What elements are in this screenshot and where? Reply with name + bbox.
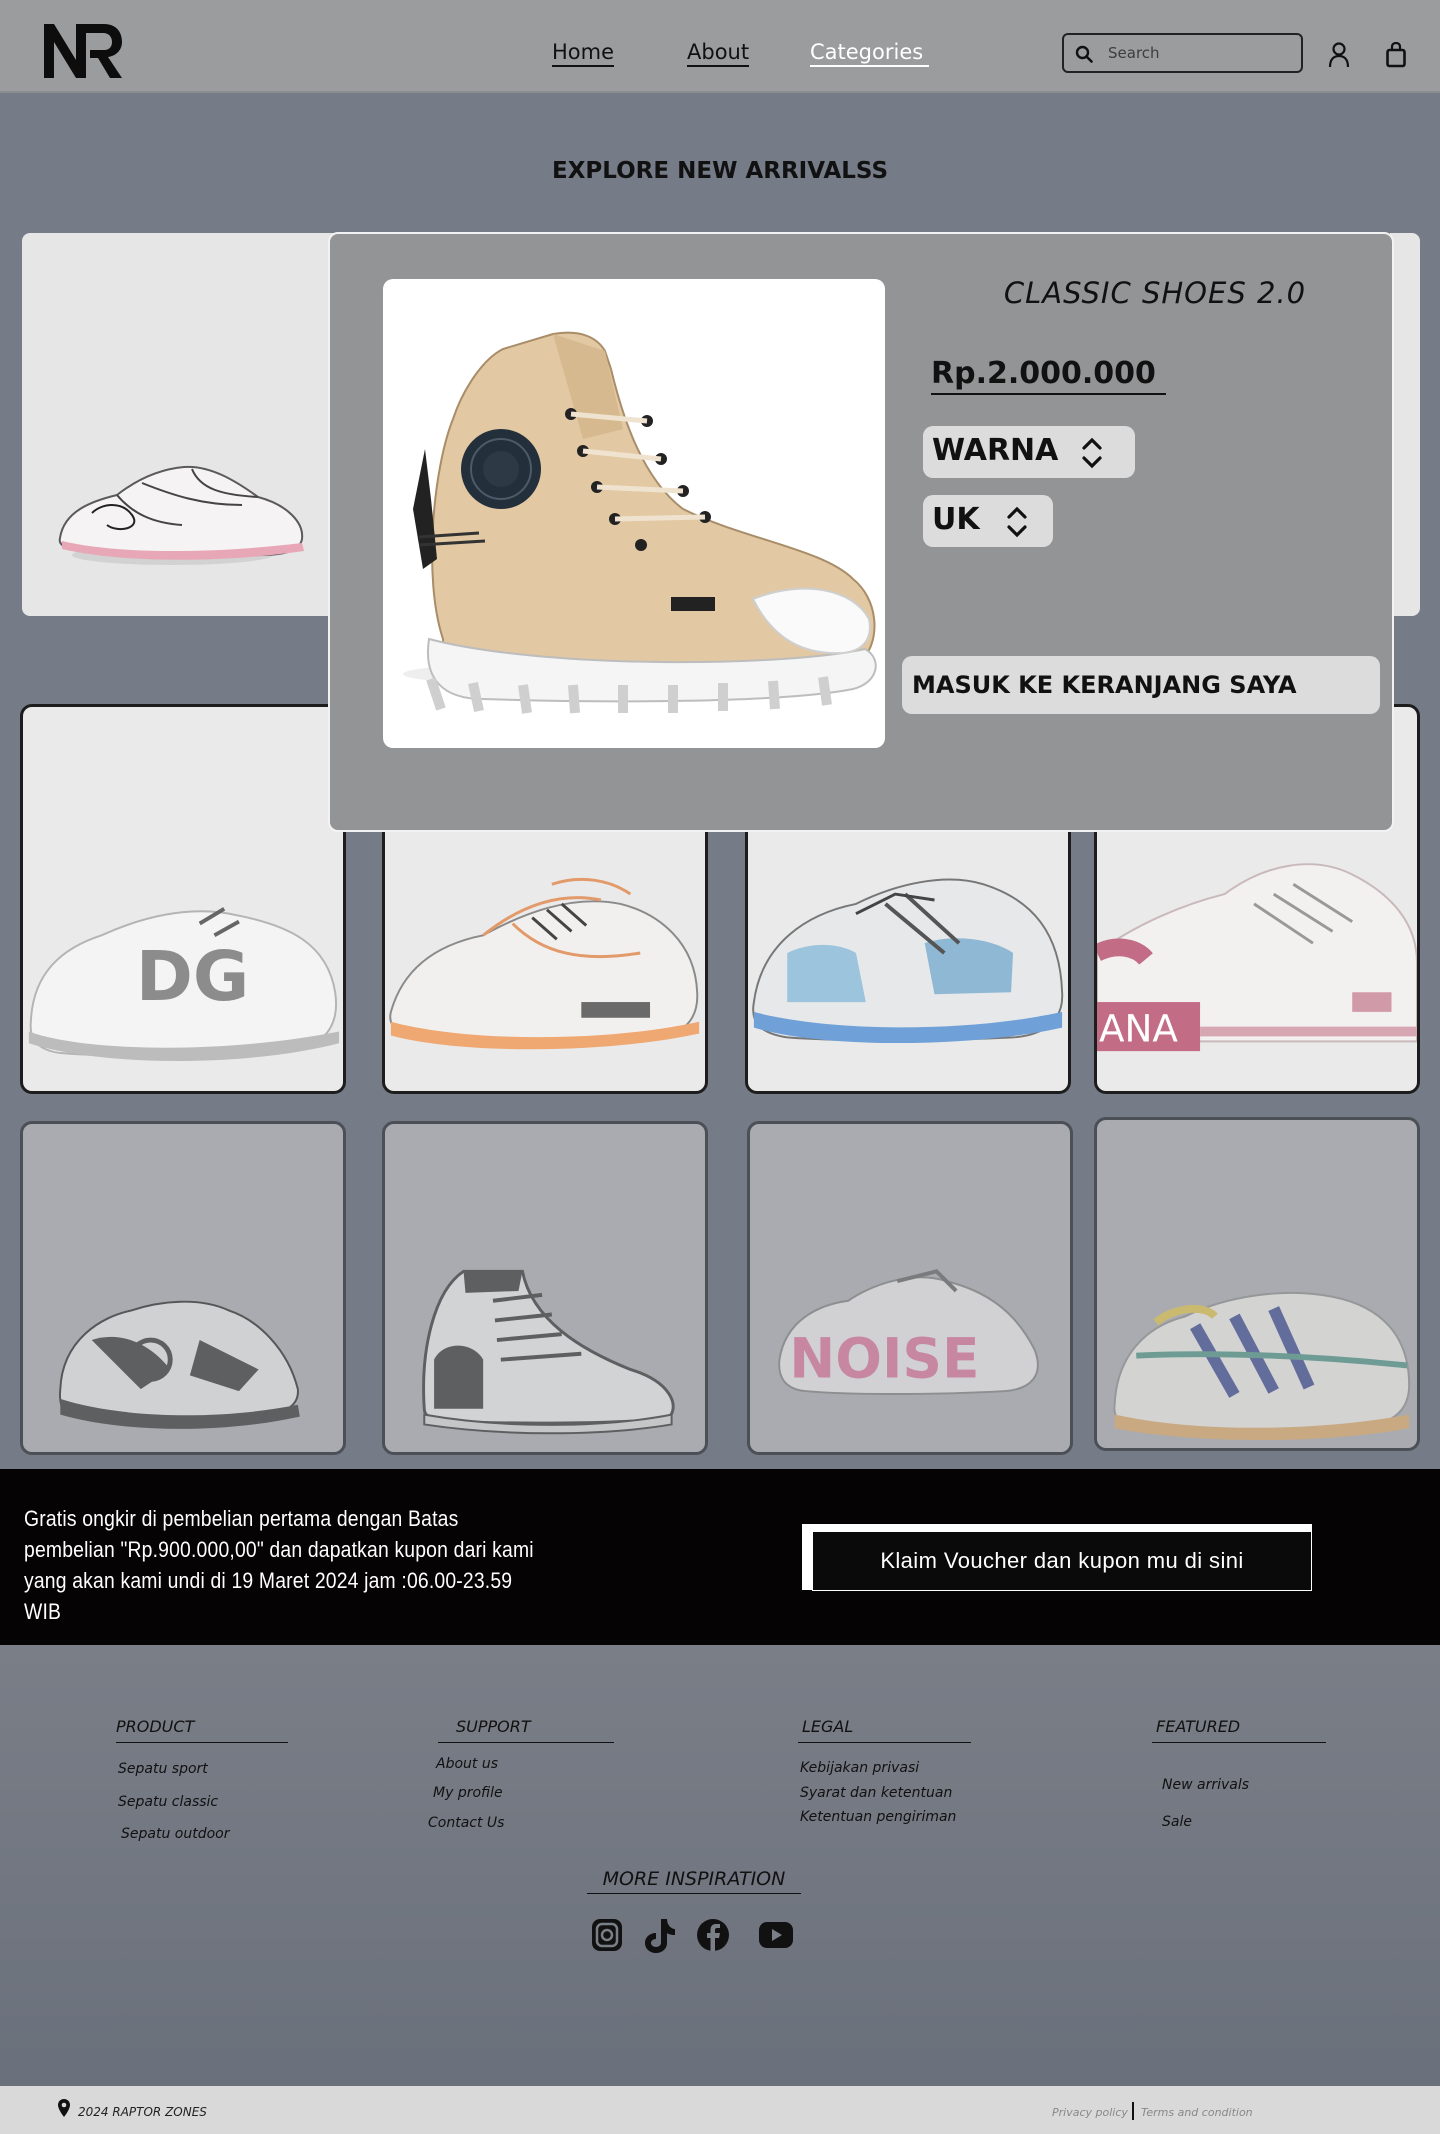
footer-link[interactable]: Ketentuan pengiriman xyxy=(800,1809,956,1825)
instagram-icon[interactable] xyxy=(590,1917,624,1953)
search-box xyxy=(1062,33,1303,73)
promo-text: Gratis ongkir di pembelian pertama denga… xyxy=(24,1506,534,1624)
shoe-image xyxy=(422,1269,675,1435)
page-title: EXPLORE NEW ARRIVALSS xyxy=(551,158,889,184)
nav-home[interactable]: Home xyxy=(552,40,615,67)
footer-heading-support: SUPPORT xyxy=(438,1717,614,1743)
footer-link[interactable]: Kebijakan privasi xyxy=(800,1760,919,1776)
product-image xyxy=(383,279,885,748)
product-card[interactable]: DG xyxy=(20,704,346,1094)
nav-about[interactable]: About xyxy=(687,40,750,67)
youtube-icon[interactable] xyxy=(758,1921,794,1949)
shoe-image xyxy=(58,465,304,565)
nr-logo[interactable] xyxy=(42,20,124,80)
size-select[interactable]: UK xyxy=(923,495,1053,547)
shoe-image xyxy=(403,331,877,714)
shoe-image: NOISE xyxy=(778,1269,1039,1395)
bottom-bar: 2024 RAPTOR ZONES Privacy policy Terms a… xyxy=(0,2086,1440,2134)
promo-banner: Gratis ongkir di pembelian pertama denga… xyxy=(0,1469,1440,1645)
footer-link[interactable]: Sepatu sport xyxy=(118,1761,208,1777)
footer-link[interactable]: Sale xyxy=(1162,1814,1192,1830)
footer-link[interactable]: Syarat dan ketentuan xyxy=(800,1785,952,1801)
add-to-cart-button[interactable]: MASUK KE KERANJANG SAYA xyxy=(902,656,1380,714)
tiktok-icon[interactable] xyxy=(643,1917,677,1955)
nav-categories[interactable]: Categories xyxy=(810,40,930,67)
footer-heading-legal: LEGAL xyxy=(798,1717,971,1743)
site-footer xyxy=(0,1645,1440,2086)
location-pin-icon xyxy=(58,2099,70,2117)
svg-text:DG: DG xyxy=(136,937,249,1017)
shoe-image: DG xyxy=(28,907,340,1061)
footer-link[interactable]: Sepatu outdoor xyxy=(121,1826,229,1842)
user-icon[interactable] xyxy=(1328,42,1350,68)
facebook-icon[interactable] xyxy=(696,1917,730,1953)
footer-link[interactable]: My profile xyxy=(433,1785,503,1801)
svg-text:NOISE: NOISE xyxy=(789,1326,979,1390)
search-icon[interactable] xyxy=(1075,45,1093,63)
footer-link[interactable]: About us xyxy=(436,1756,498,1772)
shoe-image xyxy=(1113,1291,1411,1441)
terms-link[interactable]: Terms and condition xyxy=(1141,2106,1253,2119)
up-down-chevron-icon xyxy=(1007,506,1027,538)
svg-text:ANA: ANA xyxy=(1099,1006,1178,1050)
color-select[interactable]: WARNA xyxy=(923,426,1135,478)
product-card[interactable] xyxy=(382,1121,708,1455)
footer-heading-featured: FEATURED xyxy=(1152,1717,1326,1743)
product-card[interactable] xyxy=(20,1121,346,1455)
shopping-bag-icon[interactable] xyxy=(1386,42,1406,68)
more-inspiration-heading: MORE INSPIRATION xyxy=(587,1868,801,1894)
size-select-label: UK xyxy=(932,502,980,537)
product-price: Rp.2.000.000 xyxy=(931,356,1166,395)
product-card-edge xyxy=(1390,233,1420,616)
product-card[interactable] xyxy=(22,233,344,616)
shoe-image xyxy=(58,1300,300,1429)
product-card[interactable]: NOISE xyxy=(747,1121,1073,1455)
footer-heading-product: PRODUCT xyxy=(116,1717,288,1743)
product-title: CLASSIC SHOES 2.0 xyxy=(1003,276,1307,310)
product-quick-view-modal: CLASSIC SHOES 2.0 Rp.2.000.000 WARNA UK … xyxy=(328,232,1394,832)
privacy-policy-link[interactable]: Privacy policy xyxy=(1052,2106,1128,2119)
product-card[interactable] xyxy=(1094,1117,1420,1451)
copyright-text: 2024 RAPTOR ZONES xyxy=(78,2105,207,2119)
up-down-chevron-icon xyxy=(1082,437,1102,469)
site-header: Home About Categories xyxy=(0,0,1440,93)
color-select-label: WARNA xyxy=(932,433,1059,468)
footer-link[interactable]: New arrivals xyxy=(1162,1777,1249,1793)
claim-voucher-button[interactable]: Klaim Voucher dan kupon mu di sini xyxy=(812,1531,1312,1591)
footer-divider xyxy=(1132,2102,1134,2120)
footer-link[interactable]: Sepatu classic xyxy=(118,1794,218,1810)
search-input[interactable] xyxy=(1108,41,1293,65)
footer-link[interactable]: Contact Us xyxy=(428,1815,504,1831)
